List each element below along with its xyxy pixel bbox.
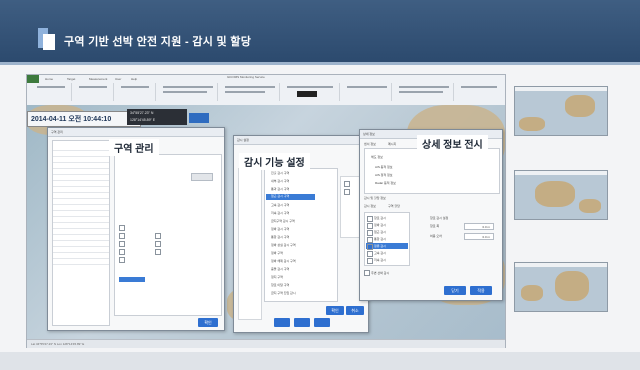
list-item[interactable]: 고속 감시 구역 [271, 203, 289, 207]
datetime-text: 2014-04-11 오전 10:44:10 [31, 116, 112, 123]
info-item: 해도 정보 [371, 155, 383, 159]
setting-title: 항로 감시 설정 [430, 216, 449, 220]
ribbon-tab-target[interactable]: Target [67, 77, 75, 81]
ribbon-tab-help[interactable]: Help [131, 77, 137, 81]
detail-info-dialog: 상세 정보 센서 정보 메시지 해도 정보 AIS 동적 정보 AIS 정적 정… [359, 129, 503, 301]
field-1-input[interactable]: 0.0 m [464, 223, 494, 230]
list-item-selected[interactable]: 접근 감시 구역 [266, 194, 315, 200]
list-item[interactable]: 항로 감시 [374, 216, 386, 220]
detail-info-label: 상세 정보 전시 [417, 135, 488, 152]
list-item[interactable]: 내부 감시 구역 [271, 179, 289, 183]
info-item: Radar 동적 정보 [375, 181, 396, 185]
thumbnail-3 [514, 262, 608, 312]
header-bullet-icon-front [43, 34, 55, 50]
list-item[interactable]: 통과 감시 구역 [271, 187, 289, 191]
slide-footer [0, 352, 640, 370]
monitor-type-list[interactable]: 진출 감시 구역 내부 감시 구역 통과 감시 구역 접근 감시 구역 고속 감… [264, 168, 338, 302]
detail-apply-button[interactable]: 적용 [470, 286, 492, 295]
list-item[interactable]: 진출 감시 구역 [271, 171, 289, 175]
field-2-value: 0.0 m [482, 234, 490, 239]
datetime-display: 2014-04-11 오전 10:44:10 [27, 111, 141, 127]
file-tab[interactable] [27, 75, 39, 83]
field-2-label: 허용 오차 [430, 234, 442, 238]
status-text: Lat 34°55'27.23" N Lon 128°14'45.89" E [31, 342, 85, 346]
zone-properties-panel [114, 154, 222, 316]
latitude-text: 34°55'27.23" N [130, 111, 154, 115]
list-item[interactable]: 접근 감시 [374, 230, 386, 234]
slide-title: 구역 기반 선박 안전 지원 - 감시 및 할당 [64, 36, 252, 48]
zone-section-title: 감시 및 할당 정보 [364, 196, 386, 200]
list-item[interactable]: 통항 감시 [374, 237, 386, 241]
monitor-ok-label: 확인 [331, 308, 339, 313]
tab-zone-assign[interactable]: 구역 할당 [388, 204, 400, 208]
zone-ok-button[interactable]: 확인 [198, 318, 218, 327]
tab-sensor-info[interactable]: 센서 정보 [364, 142, 376, 146]
ribbon-tab-user[interactable]: User [115, 77, 121, 81]
longitude-text: 128°14'45.89" E [130, 118, 156, 122]
slide-header [0, 0, 640, 62]
zone-management-label: 구역 관리 [109, 139, 159, 156]
thumbnail-2 [514, 170, 608, 220]
list-item[interactable]: 충돌 감시 구역 [271, 267, 289, 271]
neighbor-watch-checkbox[interactable] [364, 270, 370, 276]
dialog-title: 감시 설정 [237, 138, 249, 142]
coordinate-display: 34°55'27.23" N 128°14'45.89" E [127, 109, 187, 125]
list-item[interactable]: 정박 상실 감시 구역 [271, 243, 296, 247]
app-window: Home Target Measurement User Help GICOMS… [26, 74, 506, 348]
list-item[interactable]: 항로 이탈 구역 [271, 283, 289, 287]
monitor-settings-label: 감시 기능 설정 [239, 153, 310, 170]
color-swatch[interactable] [297, 91, 317, 97]
list-item[interactable]: 고속 감시 [374, 251, 386, 255]
info-item: AIS 정적 정보 [375, 173, 393, 177]
dialog-titlebar: 구역 관리 [48, 128, 224, 137]
monitor-button-3[interactable] [314, 318, 330, 327]
list-item[interactable]: 정박 구역 [271, 251, 283, 255]
detail-close-button[interactable]: 닫기 [444, 286, 466, 295]
list-item[interactable]: 통항 감시 구역 [271, 235, 289, 239]
dialog-title: 구역 관리 [51, 130, 63, 134]
monitor-side-list[interactable] [238, 168, 262, 320]
list-item[interactable]: 저속 감시 구역 [271, 211, 289, 215]
dialog-titlebar: 감시 설정 [234, 136, 368, 145]
monitor-toggle-button[interactable] [189, 113, 209, 123]
monitor-button-2[interactable] [294, 318, 310, 327]
list-item[interactable]: 정박 감시 [374, 223, 386, 227]
list-item[interactable]: 금지 구역 진입 감시 [271, 291, 296, 295]
ribbon-toolbar: Home Target Measurement User Help GICOMS… [27, 75, 505, 106]
monitor-cancel-button[interactable]: 취소 [346, 306, 364, 315]
field-1-value: 0.0 m [482, 224, 490, 229]
detail-apply-label: 적용 [477, 288, 485, 293]
list-item[interactable]: 저속 감시 [374, 258, 386, 262]
tab-monitor-info[interactable]: 감시 정보 [364, 204, 376, 208]
list-item[interactable]: 정박 감시 구역 [271, 227, 289, 231]
list-item[interactable]: 금지구역 감시 구역 [271, 219, 295, 223]
neighbor-watch-label: 주변 선박 감시 [371, 271, 390, 275]
list-item[interactable]: 정지 구역 [271, 275, 283, 279]
dialog-title: 상세 정보 [363, 132, 375, 136]
window-title: GICOMS Monitoring Service [227, 75, 265, 79]
zone-management-dialog: 구역 관리 확인 [47, 127, 225, 331]
monitor-cancel-label: 취소 [351, 308, 359, 313]
list-item[interactable]: 정박 해제 감시 구역 [271, 259, 296, 263]
monitor-list[interactable]: 항로 감시 정박 감시 접근 감시 통항 감시 정류 감시 고속 감시 저속 감… [364, 212, 410, 266]
ribbon-tab-measurement[interactable]: Measurement [89, 77, 107, 81]
tab-message[interactable]: 메시지 [388, 142, 396, 146]
thumbnail-1 [514, 86, 608, 136]
zone-table[interactable] [52, 140, 110, 326]
status-bar: Lat 34°55'27.23" N Lon 128°14'45.89" E [27, 339, 505, 348]
field-1-label: 항로 폭 [430, 224, 440, 228]
sensor-info-panel: 해도 정보 AIS 동적 정보 AIS 정적 정보 Radar 동적 정보 [364, 148, 500, 194]
monitor-ok-button[interactable]: 확인 [326, 306, 344, 315]
zone-ok-label: 확인 [204, 320, 212, 325]
ribbon-tab-home[interactable]: Home [45, 77, 53, 81]
field-2-input[interactable]: 0.0 m [464, 233, 494, 240]
monitor-button-1[interactable] [274, 318, 290, 327]
info-item: AIS 동적 정보 [375, 165, 393, 169]
list-item-selected[interactable]: 정류 감시 [374, 244, 386, 248]
detail-close-label: 닫기 [451, 288, 459, 293]
header-divider [0, 62, 640, 65]
